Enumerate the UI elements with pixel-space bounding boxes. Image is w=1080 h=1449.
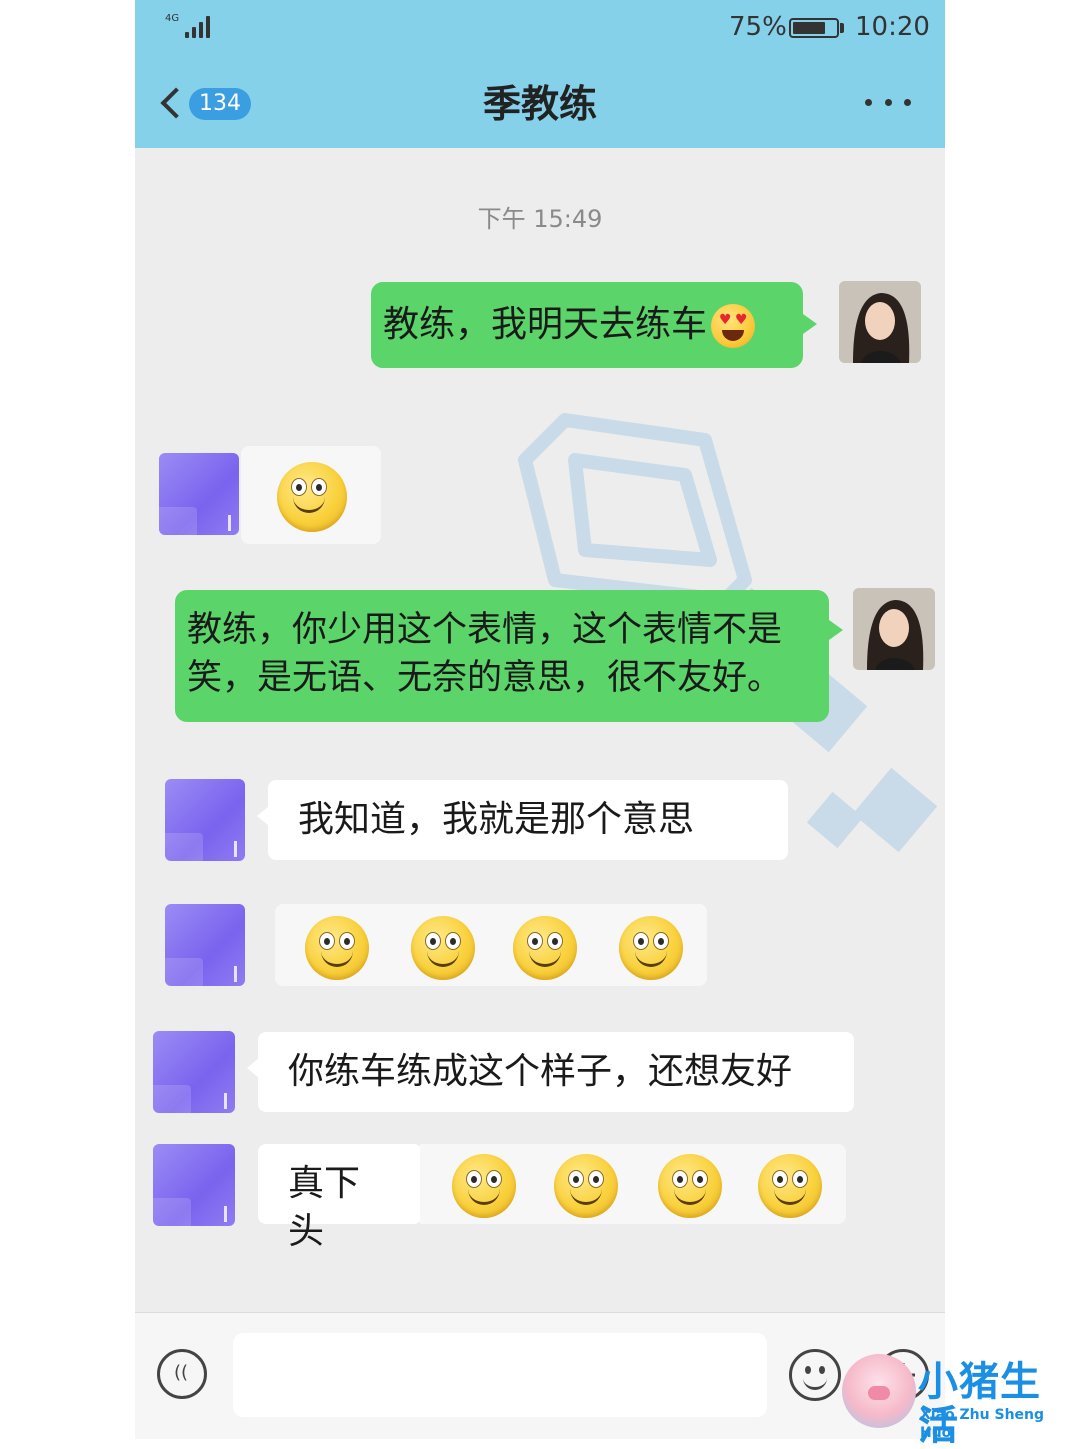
more-dot-icon [865, 98, 872, 106]
brand-pinyin: Xiao Zhu Sheng Huo [920, 1407, 1045, 1441]
smile-emoji-icon [411, 916, 475, 980]
signal-icon: 4G [165, 14, 211, 40]
emoji-button[interactable] [789, 1349, 841, 1401]
chat-screen: 4G 75% 10:20 134 季教练 下午 15:49 教练，我明天去练车 … [135, 0, 945, 1439]
coach-avatar[interactable] [153, 1144, 235, 1226]
my-avatar[interactable] [839, 281, 921, 363]
pig-mascot-icon [842, 1354, 916, 1428]
bubble-tail [829, 620, 843, 640]
coach-avatar[interactable] [153, 1031, 235, 1113]
message-input[interactable] [233, 1333, 767, 1417]
clock: 10:20 [855, 12, 930, 42]
smile-emoji-icon [452, 1154, 516, 1218]
message-bubble-received[interactable] [275, 904, 707, 986]
message-bubble-received[interactable]: 真下头 [258, 1144, 422, 1252]
message-text: 教练，我明天去练车 [383, 304, 708, 345]
message-emoji-row [420, 1144, 846, 1224]
smile-emoji-icon [305, 916, 369, 980]
smile-emoji-icon [758, 1154, 822, 1218]
smile-emoji-icon [658, 1154, 722, 1218]
battery-percent: 75% [729, 12, 787, 42]
message-bubble-sent[interactable]: 教练，你少用这个表情，这个表情不是 笑，是无语、无奈的意思，很不友好。 [175, 590, 829, 722]
smile-emoji-icon [554, 1154, 618, 1218]
message-timestamp: 下午 15:49 [477, 205, 603, 233]
input-bar: ( ( [135, 1312, 945, 1439]
bubble-tail [803, 314, 817, 334]
more-options-button[interactable] [865, 92, 911, 112]
coach-avatar[interactable] [159, 453, 239, 535]
smile-emoji-icon [619, 916, 683, 980]
message-text: 我知道，我就是那个意思 [298, 799, 695, 840]
message-text-line-1: 教练，你少用这个表情，这个表情不是 [187, 610, 783, 650]
heart-eyes-emoji-icon: ♥ ♥ [711, 304, 756, 348]
message-text: 真下头 [288, 1163, 361, 1252]
emoji-icon [805, 1366, 811, 1374]
nav-bar: 134 季教练 [135, 62, 945, 142]
coach-avatar[interactable] [165, 779, 245, 861]
message-bubble-received[interactable]: 我知道，我就是那个意思 [268, 780, 788, 860]
battery-tip [840, 23, 844, 33]
my-avatar[interactable] [853, 588, 935, 670]
message-bubble-received[interactable] [241, 446, 381, 544]
message-text: 你练车练成这个样子，还想友好 [288, 1051, 793, 1092]
smile-emoji-icon [277, 462, 347, 532]
voice-input-button[interactable]: ( ( [157, 1349, 207, 1399]
network-type: 4G [165, 13, 180, 24]
battery-icon [789, 18, 839, 38]
chat-title: 季教练 [482, 82, 597, 126]
brand-logo: 小猪生活 Xiao Zhu Sheng Huo [842, 1352, 1080, 1448]
header: 4G 75% 10:20 134 季教练 [135, 0, 945, 148]
person-photo-icon [839, 281, 921, 363]
person-photo-icon [853, 588, 935, 670]
voice-icon: ( [174, 1362, 182, 1383]
smile-emoji-icon [513, 916, 577, 980]
message-text-line-2: 笑，是无语、无奈的意思，很不友好。 [187, 658, 783, 698]
coach-avatar[interactable] [165, 904, 245, 986]
message-bubble-sent[interactable]: 教练，我明天去练车 ♥ ♥ [371, 282, 803, 368]
message-bubble-received[interactable]: 你练车练成这个样子，还想友好 [258, 1032, 854, 1112]
status-bar: 4G 75% 10:20 [135, 0, 945, 56]
